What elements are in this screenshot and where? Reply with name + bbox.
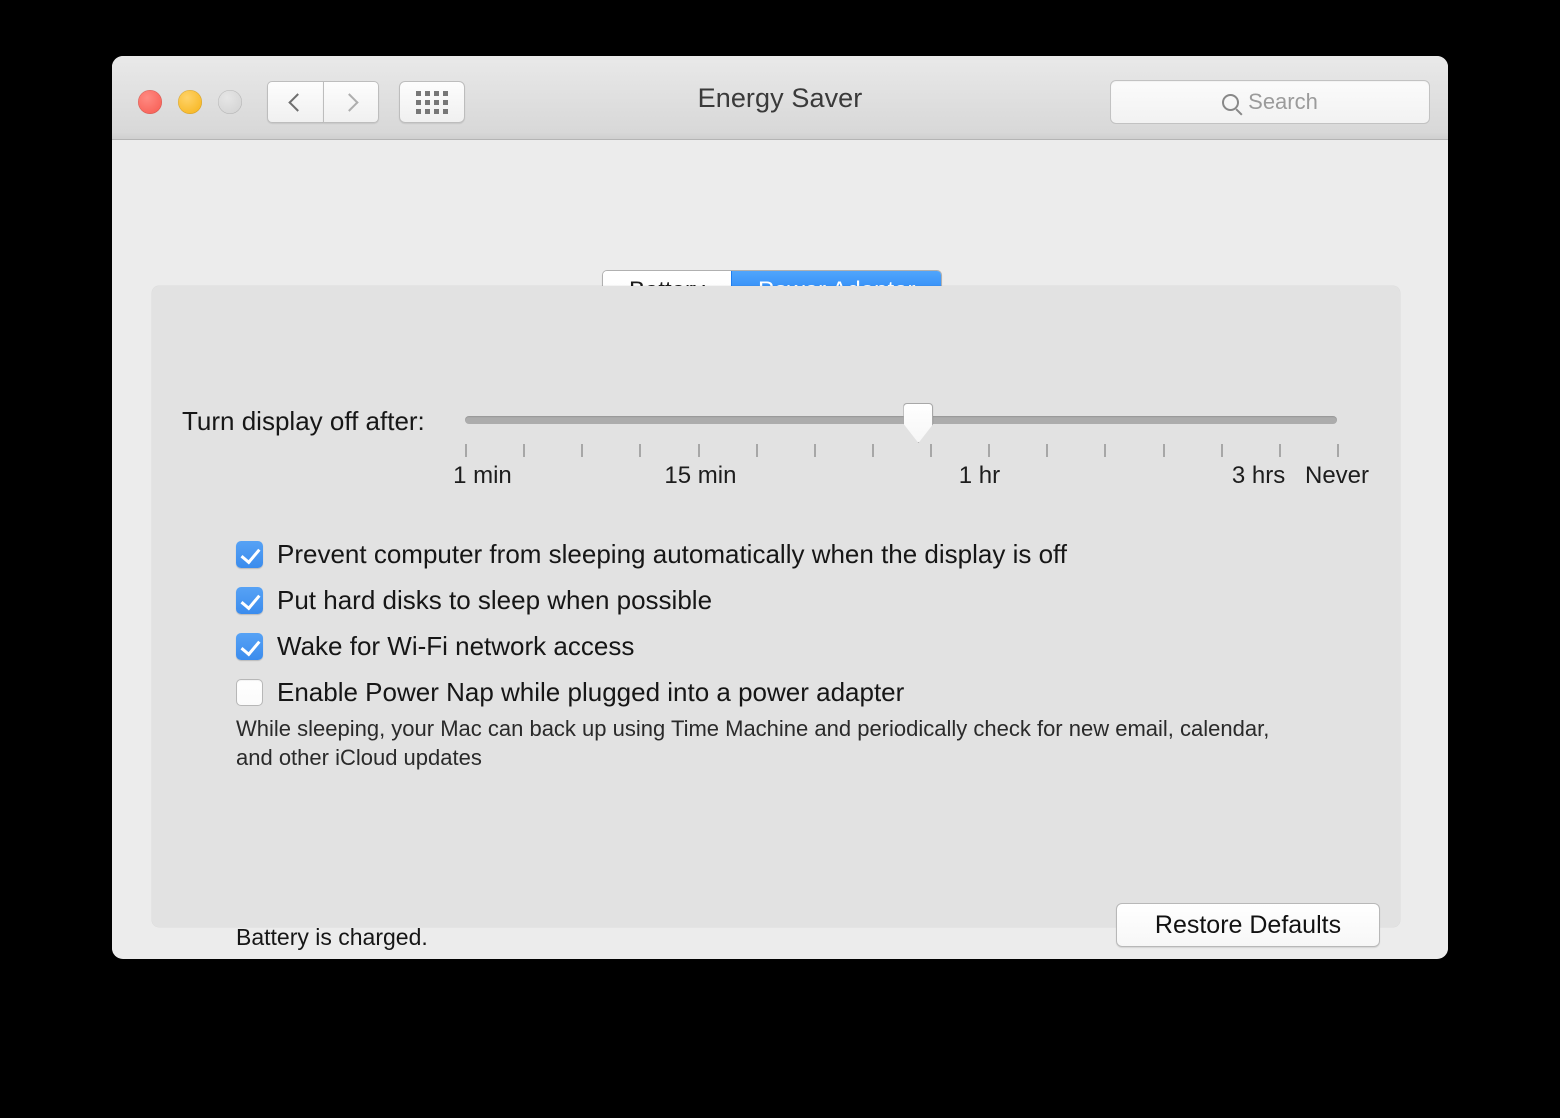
- slider-tick: [697, 444, 700, 457]
- checkbox-prevent-sleep[interactable]: [236, 541, 263, 568]
- window-titlebar: Energy Saver Search: [112, 56, 1448, 140]
- slider-tick-label: Never: [1304, 462, 1370, 489]
- window-body: Battery Power Adapter Turn display off a…: [112, 140, 1448, 958]
- slider-tick: [581, 444, 584, 457]
- option-wake-wifi[interactable]: Wake for Wi-Fi network access: [236, 630, 634, 662]
- option-label: Prevent computer from sleeping automatic…: [277, 539, 1068, 569]
- search-placeholder: Search: [1248, 89, 1318, 114]
- battery-status-text: Battery is charged.: [236, 924, 428, 950]
- checkbox-wake-wifi[interactable]: [236, 633, 263, 660]
- slider-tick-label: 15 min: [664, 462, 737, 489]
- restore-defaults-button[interactable]: Restore Defaults: [1116, 903, 1380, 947]
- slider-tick: [1104, 444, 1107, 457]
- slider-tick: [1046, 444, 1049, 457]
- slider-knob[interactable]: [903, 403, 934, 443]
- slider-tick-label: 1 hr: [958, 462, 1001, 489]
- slider-tick: [1337, 444, 1339, 457]
- slider-tick: [871, 444, 874, 457]
- slider-tick: [1278, 444, 1281, 457]
- slider-tick-label: 3 hrs: [1231, 462, 1286, 489]
- search-icon: [1222, 93, 1240, 111]
- slider-track[interactable]: [465, 403, 1337, 443]
- slider-tick: [988, 444, 991, 457]
- display-off-slider[interactable]: 1 min 15 min 1 hr 3 hrs Never: [453, 403, 1369, 489]
- option-hard-disk-sleep[interactable]: Put hard disks to sleep when possible: [236, 584, 712, 616]
- slider-ticks: [465, 444, 1339, 457]
- display-off-label: Turn display off after:: [182, 406, 425, 436]
- slider-tick: [930, 444, 933, 457]
- slider-tick: [465, 444, 467, 457]
- settings-panel: Turn display off after: 1 min 15 min 1 hr 3…: [152, 286, 1400, 950]
- slider-tick: [755, 444, 758, 457]
- slider-tick: [1162, 444, 1165, 457]
- checkbox-hard-disk-sleep[interactable]: [236, 587, 263, 614]
- power-nap-description: While sleeping, your Mac can back up usi…: [236, 716, 1270, 770]
- option-label: Enable Power Nap while plugged into a po…: [277, 677, 905, 707]
- option-prevent-sleep[interactable]: Prevent computer from sleeping automatic…: [236, 538, 1067, 570]
- slider-tick: [523, 444, 526, 457]
- search-field[interactable]: Search: [1110, 80, 1430, 124]
- slider-tick: [813, 444, 816, 457]
- checkbox-power-nap[interactable]: [236, 679, 263, 706]
- option-label: Wake for Wi-Fi network access: [277, 631, 635, 661]
- option-label: Put hard disks to sleep when possible: [277, 585, 713, 615]
- slider-tick: [1220, 444, 1223, 457]
- option-power-nap[interactable]: Enable Power Nap while plugged into a po…: [236, 676, 904, 708]
- slider-tick-label: 1 min: [453, 462, 512, 489]
- energy-saver-window: Energy Saver Search Battery Power Adapte…: [112, 56, 1448, 959]
- slider-tick: [639, 444, 642, 457]
